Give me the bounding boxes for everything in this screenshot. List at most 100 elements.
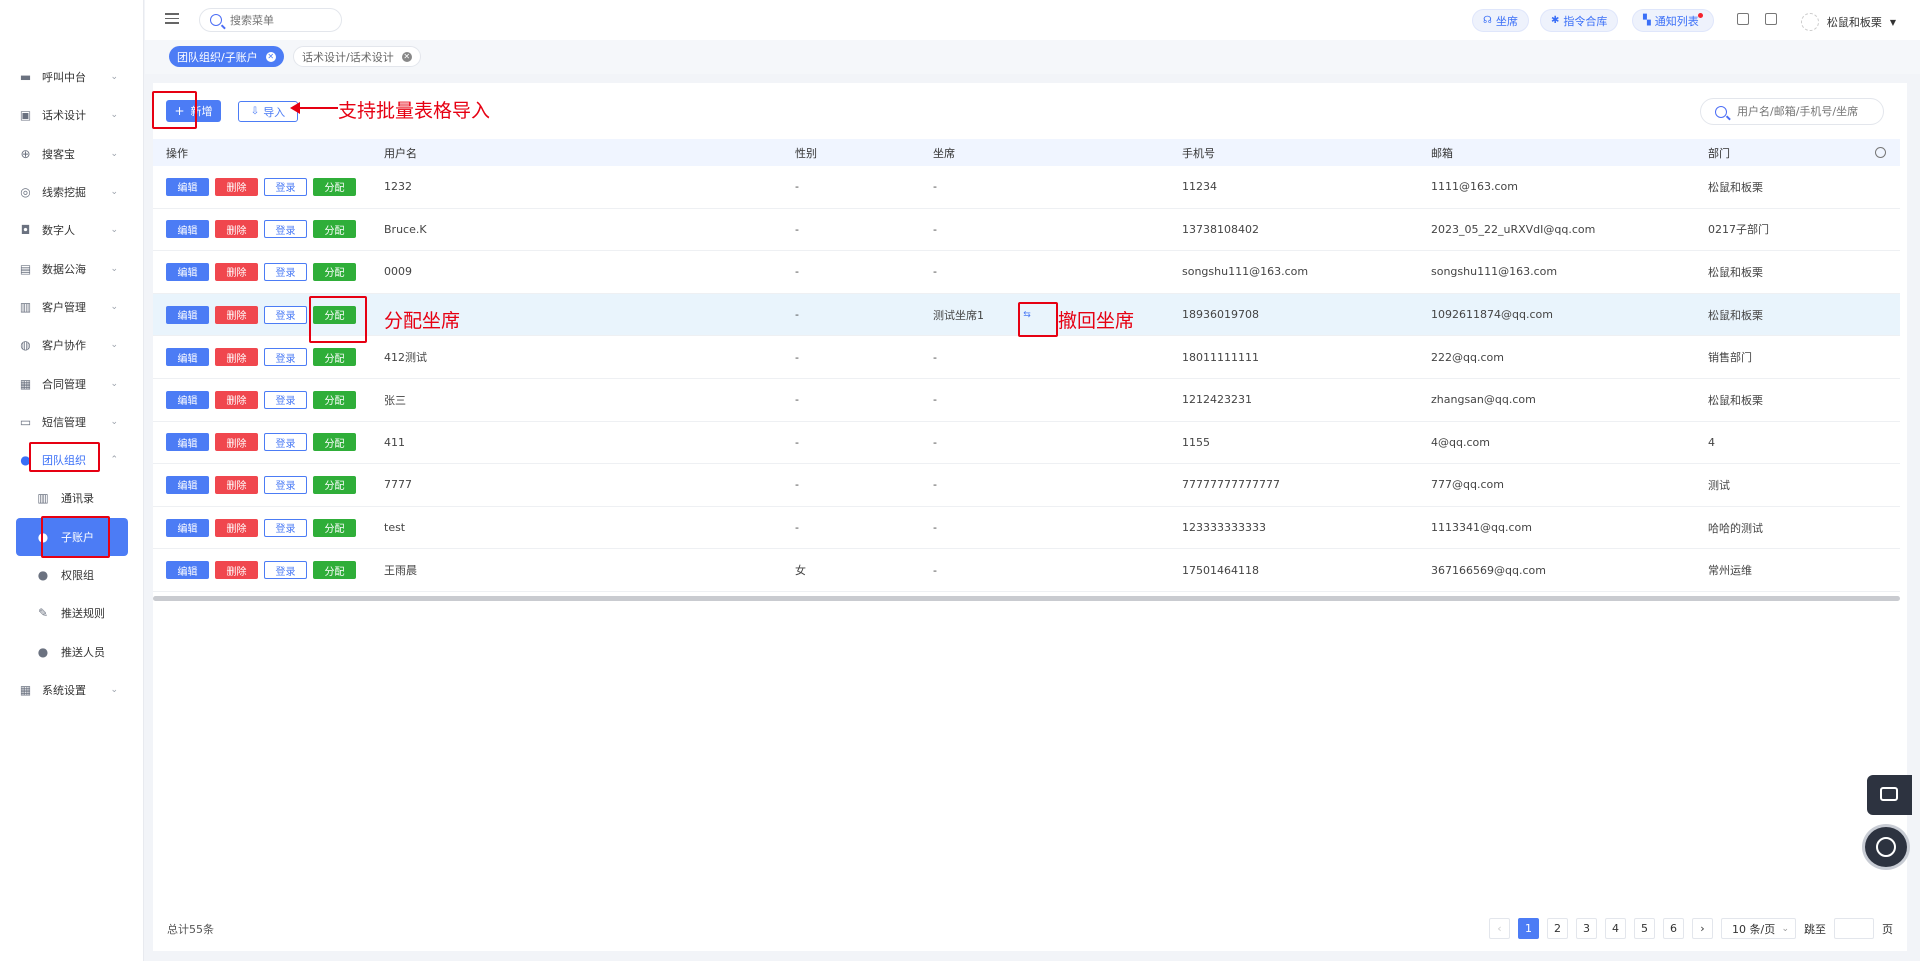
cell-username: 411	[384, 435, 405, 449]
delete-button[interactable]: 删除	[215, 518, 258, 537]
sidebar-item-label: 呼叫中台	[42, 71, 86, 85]
edit-button[interactable]: 编辑	[166, 433, 209, 452]
assign-seat-button[interactable]: 分配	[313, 433, 356, 452]
login-button[interactable]: 登录	[264, 177, 307, 196]
edit-button[interactable]: 编辑	[166, 475, 209, 494]
sidebar-item-call-center[interactable]: ▬ 呼叫中台 ⌄	[0, 58, 144, 96]
tab-sub-account[interactable]: 团队组织/子账户 ✕	[169, 46, 284, 67]
assign-seat-button[interactable]: 分配	[313, 561, 356, 580]
user-search-input[interactable]	[1737, 105, 1877, 118]
horizontal-scrollbar[interactable]	[153, 596, 1900, 601]
login-button[interactable]: 登录	[264, 433, 307, 452]
login-button[interactable]: 登录	[264, 262, 307, 281]
sidebar-subitem-permission-group[interactable]: ● 权限组	[0, 556, 144, 594]
user-search[interactable]	[1700, 98, 1884, 125]
annotation-arrow	[290, 102, 338, 114]
menu-toggle-icon[interactable]	[165, 13, 179, 25]
chat-float-button[interactable]	[1867, 775, 1912, 815]
login-button[interactable]: 登录	[264, 390, 307, 409]
sidebar-item-data-pool[interactable]: ▤ 数据公海 ⌄	[0, 249, 144, 287]
edit-button[interactable]: 编辑	[166, 348, 209, 367]
lock-icon[interactable]	[1765, 13, 1777, 25]
cell-email: 1111@163.com	[1431, 180, 1518, 194]
edit-button[interactable]: 编辑	[166, 177, 209, 196]
assign-seat-button[interactable]: 分配	[313, 348, 356, 367]
page-number-button[interactable]: 2	[1547, 918, 1568, 939]
edit-button[interactable]: 编辑	[166, 262, 209, 281]
sidebar-item-contract-mgmt[interactable]: ▦ 合同管理 ⌄	[0, 364, 144, 402]
row-actions: 编辑 删除 登录 分配	[153, 475, 377, 494]
prev-page-button[interactable]: ‹	[1489, 918, 1510, 939]
sidebar-item-lead-mining[interactable]: ◎ 线索挖掘 ⌄	[0, 173, 144, 211]
page-number-button[interactable]: 3	[1576, 918, 1597, 939]
seat-value: -	[933, 563, 937, 577]
sidebar-item-sms-mgmt[interactable]: ▭ 短信管理 ⌄	[0, 403, 144, 441]
sidebar-subitem-push-users[interactable]: ● 推送人员	[0, 632, 144, 670]
page-number-button[interactable]: 6	[1663, 918, 1684, 939]
notification-list-pill-button[interactable]: ▚ 通知列表	[1632, 9, 1714, 32]
user-menu[interactable]: 松鼠和板栗 ▼	[1800, 13, 1896, 31]
sidebar-subitem-address-book[interactable]: ▥ 通讯录	[0, 479, 144, 517]
edit-button[interactable]: 编辑	[166, 390, 209, 409]
search-icon	[1715, 105, 1727, 118]
delete-button[interactable]: 删除	[215, 433, 258, 452]
edit-button[interactable]: 编辑	[166, 220, 209, 239]
delete-button[interactable]: 删除	[215, 305, 258, 324]
sidebar-subitem-push-rules[interactable]: ✎ 推送规则	[0, 594, 144, 632]
edit-button[interactable]: 编辑	[166, 305, 209, 324]
assign-seat-button[interactable]: 分配	[313, 475, 356, 494]
sidebar-item-script-design[interactable]: ▣ 话术设计 ⌄	[0, 96, 144, 134]
menu-search-input[interactable]	[230, 13, 330, 27]
sidebar-item-digital-human[interactable]: ◘ 数字人 ⌄	[0, 211, 144, 249]
cell-department: 0217子部门	[1708, 223, 1769, 237]
table-row: 编辑 删除 登录 分配 412测试 - - 18011111111 222@qq…	[153, 336, 1900, 379]
assign-seat-button[interactable]: 分配	[313, 220, 356, 239]
assign-seat-button[interactable]: 分配	[313, 177, 356, 196]
login-button[interactable]: 登录	[264, 475, 307, 494]
tab-script-design[interactable]: 话术设计/话术设计 ✕	[293, 46, 421, 67]
next-page-button[interactable]: ›	[1692, 918, 1713, 939]
delete-button[interactable]: 删除	[215, 262, 258, 281]
assign-seat-button[interactable]: 分配	[313, 262, 356, 281]
assign-seat-button[interactable]: 分配	[313, 518, 356, 537]
jump-page-input[interactable]	[1834, 918, 1874, 939]
menu-search[interactable]	[199, 8, 342, 32]
sidebar-item-system-settings[interactable]: ▦ 系统设置 ⌄	[0, 671, 144, 709]
command-icon: ✱	[1551, 15, 1560, 26]
sidebar-item-customer-collab[interactable]: ◍ 客户协作 ⌄	[0, 326, 144, 364]
delete-button[interactable]: 删除	[215, 220, 258, 239]
login-button[interactable]: 登录	[264, 518, 307, 537]
phone-float-button[interactable]	[1862, 824, 1910, 870]
cell-department: 销售部门	[1708, 351, 1752, 365]
seat-pill-button[interactable]: ☊ 坐席	[1472, 9, 1529, 32]
total-count: 总计55条	[167, 923, 214, 936]
delete-button[interactable]: 删除	[215, 348, 258, 367]
page-number-button[interactable]: 1	[1518, 918, 1539, 939]
login-button[interactable]: 登录	[264, 220, 307, 239]
sidebar-item-customer-mgmt[interactable]: ▥ 客户管理 ⌄	[0, 288, 144, 326]
login-button[interactable]: 登录	[264, 305, 307, 324]
delete-button[interactable]: 删除	[215, 561, 258, 580]
assign-seat-button[interactable]: 分配	[313, 390, 356, 409]
page-number-button[interactable]: 4	[1605, 918, 1626, 939]
clipboard-icon: ▦	[19, 376, 32, 391]
login-button[interactable]: 登录	[264, 348, 307, 367]
header-seat: 坐席	[933, 146, 955, 160]
header-username: 用户名	[384, 146, 417, 160]
cell-username: 王雨晨	[384, 564, 417, 578]
delete-button[interactable]: 删除	[215, 475, 258, 494]
delete-button[interactable]: 删除	[215, 390, 258, 409]
edit-button[interactable]: 编辑	[166, 561, 209, 580]
page-size-select[interactable]: 10 条/页 ⌄	[1721, 918, 1796, 939]
page-number-button[interactable]: 5	[1634, 918, 1655, 939]
delete-button[interactable]: 删除	[215, 177, 258, 196]
close-icon[interactable]: ✕	[265, 51, 276, 62]
import-button[interactable]: ⇩ 导入	[238, 101, 298, 122]
command-library-pill-button[interactable]: ✱ 指令合库	[1540, 9, 1619, 32]
close-icon[interactable]: ✕	[401, 51, 412, 62]
sidebar-item-soukebao[interactable]: ⊕ 搜客宝 ⌄	[0, 135, 144, 173]
gear-icon[interactable]	[1875, 147, 1886, 158]
login-button[interactable]: 登录	[264, 561, 307, 580]
screen-icon[interactable]	[1737, 13, 1749, 25]
edit-button[interactable]: 编辑	[166, 518, 209, 537]
